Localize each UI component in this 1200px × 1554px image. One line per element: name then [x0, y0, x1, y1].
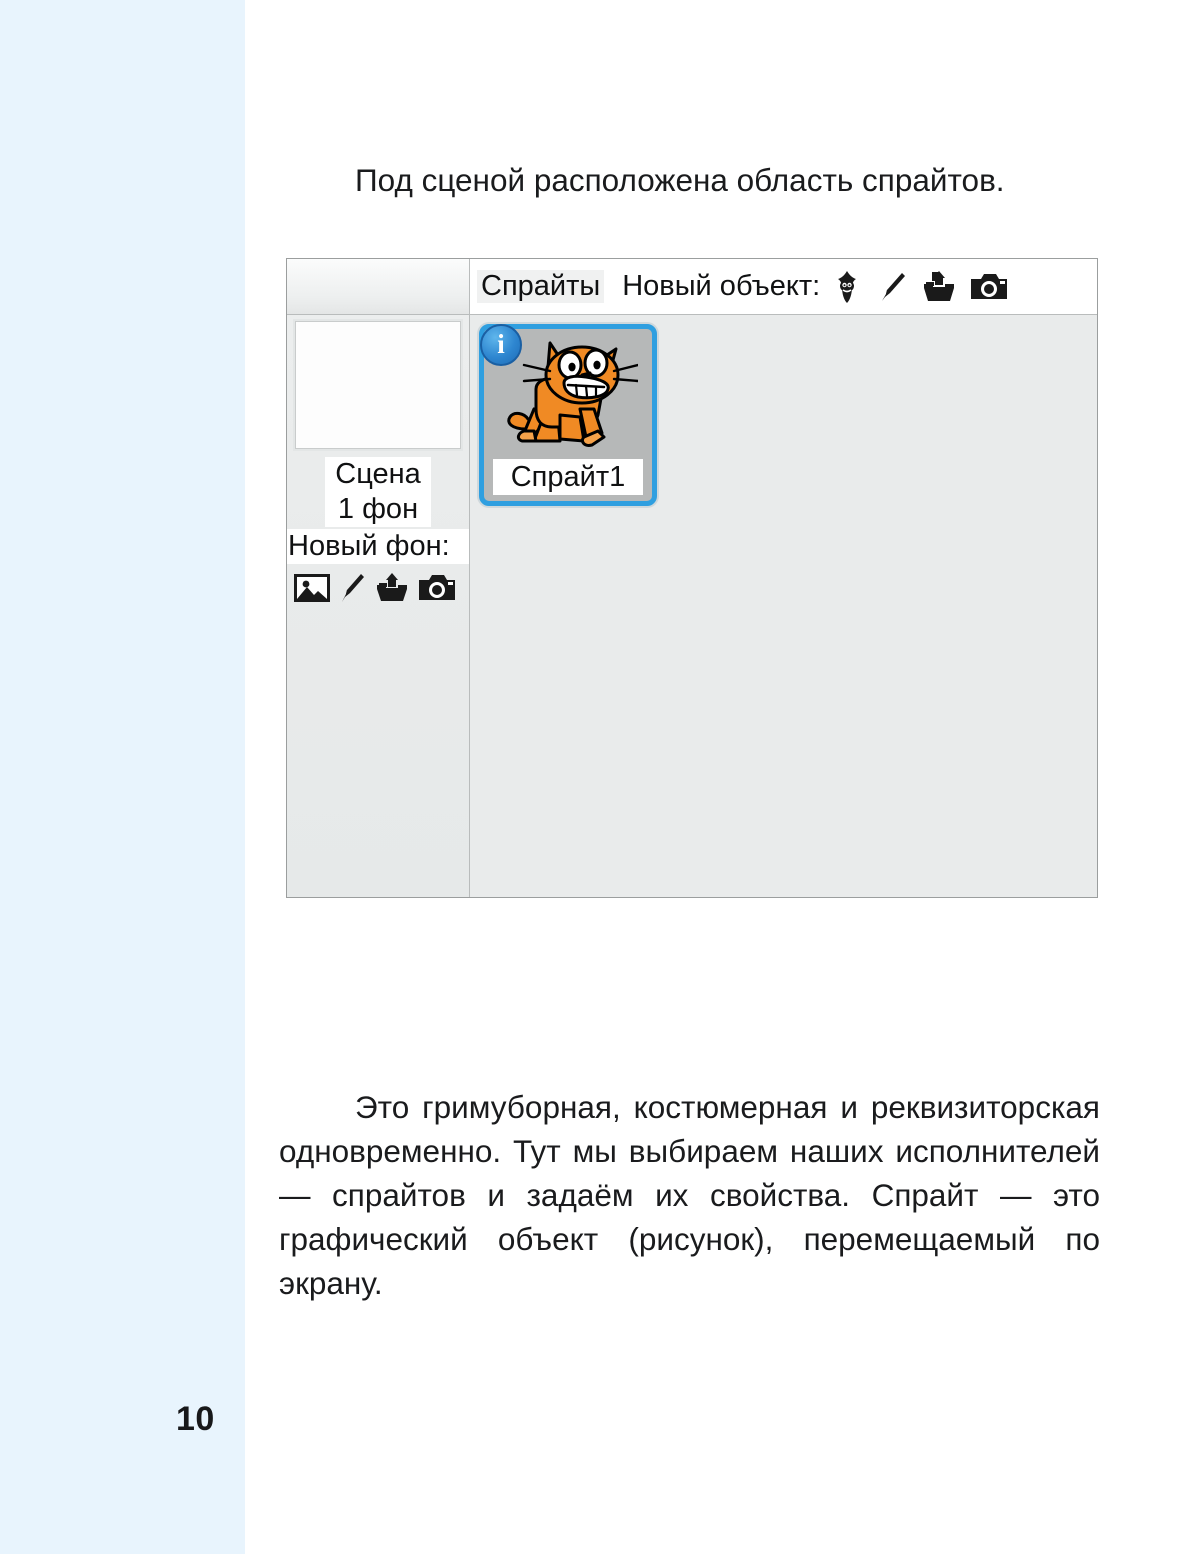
new-sprite-character-icon[interactable]	[830, 270, 864, 304]
stage-backdrop-count-label: 1 фон	[337, 493, 419, 525]
new-backdrop-icon-group	[287, 564, 469, 604]
paint-brush-icon[interactable]	[875, 270, 909, 304]
upload-folder-icon[interactable]	[373, 572, 411, 604]
page-number: 10	[176, 1400, 215, 1438]
toolbar-stage-cell	[287, 259, 470, 314]
stage-panel[interactable]: Сцена 1 фон Новый фон:	[287, 315, 470, 897]
sprite-info-badge-label: i	[497, 328, 505, 359]
new-backdrop-row: Новый фон:	[287, 529, 469, 564]
sprite-pane-body: Сцена 1 фон Новый фон: i Спрайт1	[287, 315, 1097, 897]
scratch-cat-icon	[498, 337, 640, 470]
paint-brush-icon[interactable]	[337, 572, 367, 604]
new-backdrop-label: Новый фон:	[288, 530, 450, 562]
stage-thumbnail[interactable]	[295, 321, 461, 449]
sprite-list-area[interactable]: i Спрайт1	[470, 315, 1097, 897]
stage-info-box: Сцена 1 фон	[325, 457, 431, 527]
sprite-name-label: Спрайт1	[510, 461, 626, 493]
toolbar-sprites-cell: Спрайты Новый объект:	[470, 259, 1097, 314]
camera-icon[interactable]	[417, 572, 457, 604]
page-margin-strip	[0, 0, 245, 1554]
sprite-name-box: Спрайт1	[493, 459, 643, 495]
new-object-label: Новый объект:	[622, 270, 821, 302]
sprite-info-badge-icon[interactable]: i	[480, 324, 522, 366]
stage-name-label: Сцена	[335, 458, 421, 490]
new-object-icon-group	[830, 270, 1009, 304]
paragraph-above-figure: Под сценой расположена область спрайтов.	[355, 161, 1005, 198]
upload-folder-icon[interactable]	[920, 270, 958, 304]
paragraph-below-figure: Это гримуборная, костюмерная и реквизито…	[279, 1088, 1100, 1301]
sprite-pane-toolbar: Спрайты Новый объект:	[287, 259, 1097, 315]
sprite-tile-sprite1[interactable]: i Спрайт1	[479, 324, 657, 506]
sprites-header-label: Спрайты	[477, 270, 605, 303]
image-picture-icon[interactable]	[293, 572, 331, 604]
camera-icon[interactable]	[969, 270, 1009, 304]
scratch-sprite-area-screenshot: Спрайты Новый объект: Сцена 1 фон Новый …	[286, 258, 1098, 898]
